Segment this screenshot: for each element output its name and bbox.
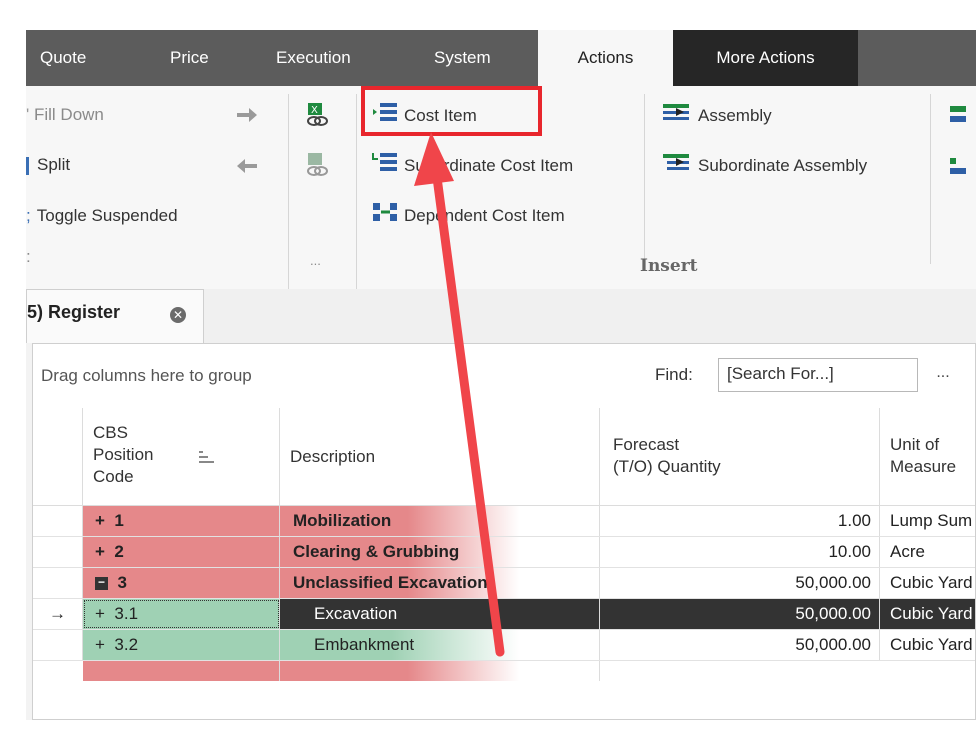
annotation-arrow (414, 132, 505, 657)
screenshot-frame: Quote Price Execution System Actions Mor… (0, 0, 976, 737)
